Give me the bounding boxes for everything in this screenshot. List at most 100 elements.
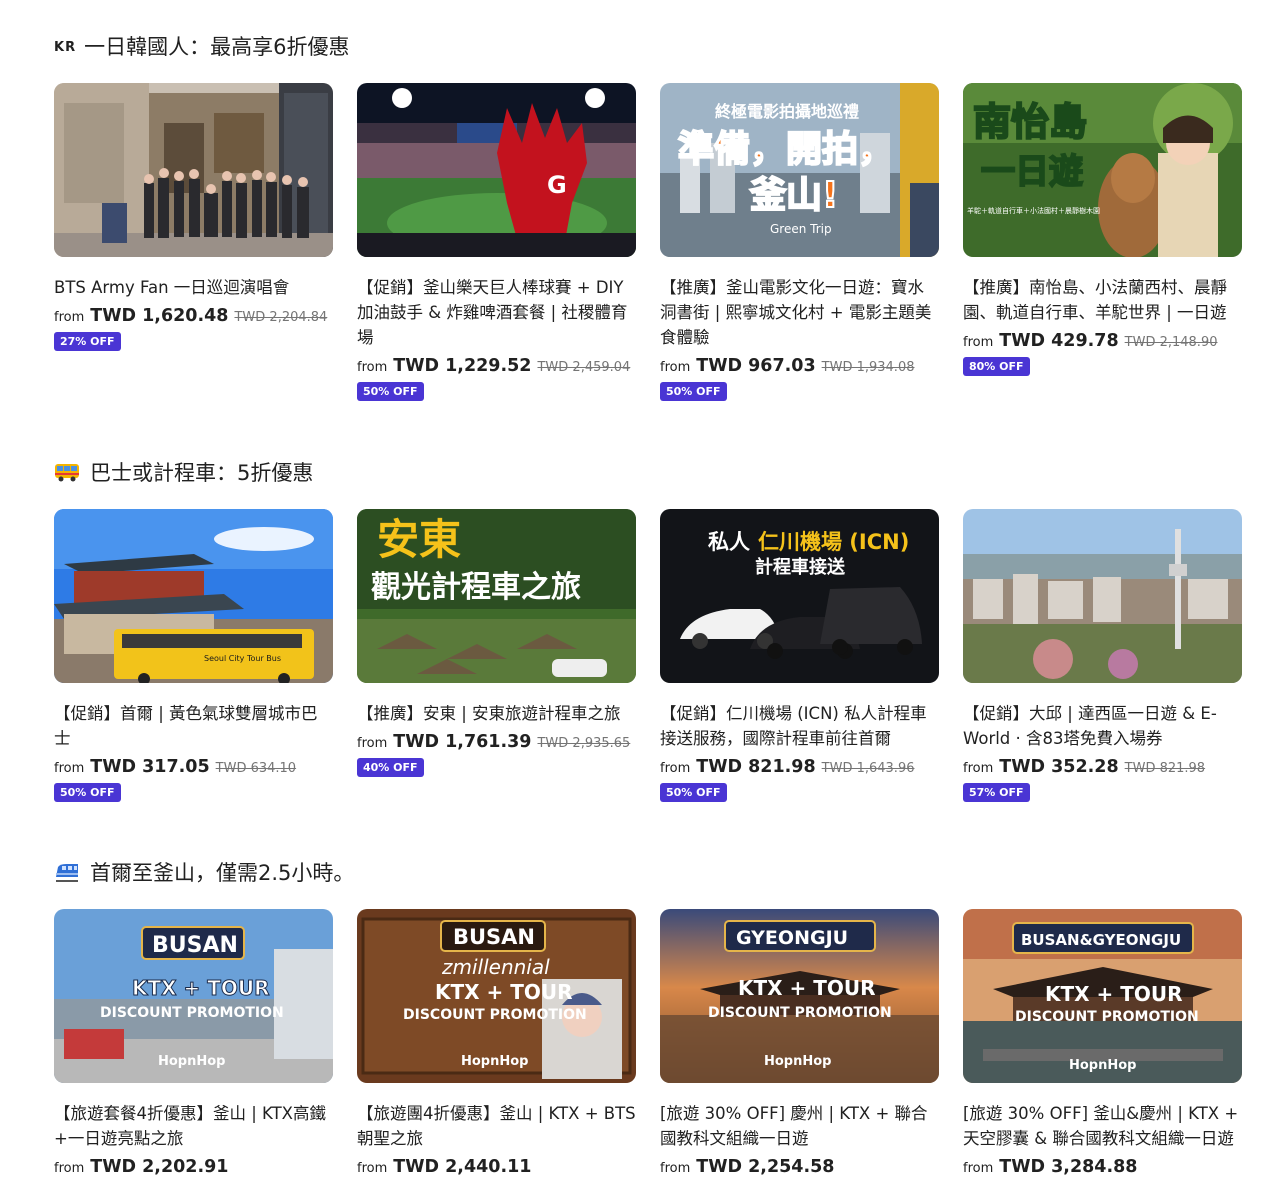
product-title[interactable]: 【促銷】首爾 | 黃色氣球雙層城市巴士	[54, 701, 333, 751]
svg-text:G: G	[547, 171, 567, 199]
overlay-text: 釜山!	[749, 175, 838, 216]
product-title[interactable]: 【旅遊團4折優惠】釜山 | KTX + BTS 朝聖之旅	[357, 1101, 636, 1151]
price: TWD 1,620.48	[90, 306, 229, 326]
product-card[interactable]: 安東 觀光計程車之旅 【推廣】安東 | 安東旅遊計程車之旅 from TWD 1…	[357, 509, 636, 802]
from-label: from	[54, 761, 85, 776]
original-price: TWD 821.98	[1124, 761, 1206, 776]
section-title-text: 一日韓國人：最高享6折優惠	[84, 35, 350, 59]
product-image[interactable]: Seoul City Tour Bus	[54, 509, 333, 683]
product-title[interactable]: 【促銷】大邱 | 達西區一日遊 & E-World · 含83塔免費入場券	[963, 701, 1242, 751]
from-label: from	[660, 1161, 691, 1176]
product-title[interactable]: [旅遊 30% OFF] 慶州 | KTX + 聯合國教科文組織一日遊	[660, 1101, 939, 1151]
page: KR 一日韓國人：最高享6折優惠 BTS Army Fan 一日巡迴演唱會 fr…	[0, 0, 1280, 1193]
product-title[interactable]: [旅遊 30% OFF] 釜山&慶州 | KTX + 天空膠囊 & 聯合國教科文…	[963, 1101, 1242, 1151]
overlay-text: HopnHop	[461, 1054, 529, 1069]
overlay-text: Green Trip	[770, 222, 832, 236]
section-title-text: 首爾至釜山，僅需2.5小時。	[90, 861, 355, 885]
from-label: from	[963, 1161, 994, 1176]
card-row: BTS Army Fan 一日巡迴演唱會 from TWD 1,620.48 T…	[54, 83, 1244, 401]
section-title: 巴士或計程車：5折優惠	[54, 457, 1244, 487]
product-card[interactable]: Seoul City Tour Bus 【促銷】首爾 | 黃色氣球雙層城市巴士 …	[54, 509, 333, 802]
product-image[interactable]	[54, 83, 333, 257]
product-card[interactable]: 私人 仁川機場 (ICN) 計程車接送 【促銷】仁川機場 (ICN) 私人計程車…	[660, 509, 939, 802]
overlay-text: BUSAN	[453, 925, 535, 949]
product-title[interactable]: 【旅遊套餐4折優惠】釜山 | KTX高鐵+一日遊亮點之旅	[54, 1101, 333, 1151]
discount-badge: 50% OFF	[660, 382, 727, 401]
product-title[interactable]: 【促銷】仁川機場 (ICN) 私人計程車接送服務，國際計程車前往首爾	[660, 701, 939, 751]
product-title[interactable]: 【推廣】南怡島、小法蘭西村、晨靜園、軌道自行車、羊駝世界 | 一日遊	[963, 275, 1242, 325]
original-price: TWD 634.10	[215, 761, 297, 776]
overlay-text: BUSAN	[152, 933, 238, 958]
product-image[interactable]: BUSAN zmillennial KTX + TOUR DISCOUNT PR…	[357, 909, 636, 1083]
overlay-text: HopnHop	[1069, 1058, 1137, 1073]
product-card[interactable]: G 【促銷】釜山樂天巨人棒球賽 + DIY 加油鼓手 & 炸雞啤酒套餐 | 社稷…	[357, 83, 636, 401]
overlay-text: 仁川機場 (ICN)	[758, 530, 909, 554]
from-label: from	[963, 761, 994, 776]
product-image[interactable]: GYEONGJU KTX + TOUR DISCOUNT PROMOTION H…	[660, 909, 939, 1083]
discount-badge: 40% OFF	[357, 758, 424, 777]
overlay-text: 安東	[377, 515, 461, 564]
bus-icon	[55, 464, 79, 482]
product-image[interactable]: BUSAN&GYEONGJU KTX + TOUR DISCOUNT PROMO…	[963, 909, 1242, 1083]
section-one-day-korean: KR 一日韓國人：最高享6折優惠 BTS Army Fan 一日巡迴演唱會 fr…	[54, 31, 1244, 401]
original-price: TWD 2,459.04	[537, 360, 631, 375]
overlay-text: DISCOUNT PROMOTION	[1015, 1009, 1199, 1025]
price: TWD 3,284.88	[999, 1157, 1138, 1177]
price: TWD 352.28	[999, 757, 1119, 777]
overlay-text: zmillennial	[441, 955, 550, 979]
product-title[interactable]: 【推廣】安東 | 安東旅遊計程車之旅	[357, 701, 636, 726]
product-image[interactable]: G	[357, 83, 636, 257]
product-title[interactable]: 【促銷】釜山樂天巨人棒球賽 + DIY 加油鼓手 & 炸雞啤酒套餐 | 社稷體育…	[357, 275, 636, 350]
price-row: from TWD 2,254.58	[660, 1157, 939, 1177]
section-title: KR 一日韓國人：最高享6折優惠	[54, 31, 1244, 61]
overlay-text: KTX + TOUR	[1045, 982, 1183, 1006]
product-image[interactable]: BUSAN KTX + TOUR DISCOUNT PROMOTION Hopn…	[54, 909, 333, 1083]
price-row: from TWD 2,440.11	[357, 1157, 636, 1177]
price-row: from TWD 821.98 TWD 1,643.96	[660, 757, 939, 777]
train-icon	[56, 864, 78, 882]
overlay-text: 羊駝＋軌道自行車＋小法國村＋晨靜樹木園	[967, 206, 1100, 215]
overlay-text: KTX + TOUR	[738, 976, 876, 1000]
price-row: from TWD 352.28 TWD 821.98	[963, 757, 1242, 777]
overlay-text: DISCOUNT PROMOTION	[708, 1005, 892, 1021]
original-price: TWD 2,204.84	[234, 310, 328, 325]
price: TWD 1,229.52	[393, 356, 532, 376]
product-card[interactable]: BUSAN KTX + TOUR DISCOUNT PROMOTION Hopn…	[54, 909, 333, 1177]
product-card[interactable]: GYEONGJU KTX + TOUR DISCOUNT PROMOTION H…	[660, 909, 939, 1177]
product-title[interactable]: 【推廣】釜山電影文化一日遊：寶水洞書街 | 熙寧城文化村 + 電影主題美食體驗	[660, 275, 939, 350]
price: TWD 429.78	[999, 331, 1119, 351]
product-image[interactable]: 南怡島 一日遊 羊駝＋軌道自行車＋小法國村＋晨靜樹木園	[963, 83, 1242, 257]
discount-badge: 50% OFF	[54, 783, 121, 802]
from-label: from	[660, 360, 691, 375]
original-price: TWD 2,935.65	[537, 736, 631, 751]
overlay-text: 計程車接送	[755, 556, 846, 578]
product-card[interactable]: BUSAN&GYEONGJU KTX + TOUR DISCOUNT PROMO…	[963, 909, 1242, 1177]
from-label: from	[660, 761, 691, 776]
kr-flag-label: KR	[54, 40, 77, 55]
original-price: TWD 1,643.96	[821, 761, 915, 776]
product-image[interactable]: 私人 仁川機場 (ICN) 計程車接送	[660, 509, 939, 683]
product-card[interactable]: BUSAN zmillennial KTX + TOUR DISCOUNT PR…	[357, 909, 636, 1177]
price-row: from TWD 1,620.48 TWD 2,204.84	[54, 306, 333, 326]
product-card[interactable]: 【促銷】大邱 | 達西區一日遊 & E-World · 含83塔免費入場券 fr…	[963, 509, 1242, 802]
product-image[interactable]: 終極電影拍攝地巡禮 準備，開拍， 釜山! Green Trip	[660, 83, 939, 257]
overlay-text: DISCOUNT PROMOTION	[100, 1005, 284, 1021]
section-title: 首爾至釜山，僅需2.5小時。	[54, 857, 1244, 887]
product-card[interactable]: 南怡島 一日遊 羊駝＋軌道自行車＋小法國村＋晨靜樹木園 【推廣】南怡島、小法蘭西…	[963, 83, 1242, 401]
overlay-text: 準備，開拍，	[678, 129, 894, 170]
overlay-text: KTX + TOUR	[435, 980, 573, 1004]
product-image[interactable]	[963, 509, 1242, 683]
price-row: from TWD 2,202.91	[54, 1157, 333, 1177]
product-title[interactable]: BTS Army Fan 一日巡迴演唱會	[54, 275, 333, 300]
overlay-text: HopnHop	[158, 1054, 226, 1069]
product-image[interactable]: 安東 觀光計程車之旅	[357, 509, 636, 683]
product-card[interactable]: 終極電影拍攝地巡禮 準備，開拍， 釜山! Green Trip 【推廣】釜山電影…	[660, 83, 939, 401]
price-row: from TWD 3,284.88	[963, 1157, 1242, 1177]
discount-badge: 50% OFF	[660, 783, 727, 802]
price: TWD 1,761.39	[393, 732, 532, 752]
overlay-text: BUSAN&GYEONGJU	[1021, 931, 1181, 949]
overlay-text: HopnHop	[764, 1054, 832, 1069]
overlay-text: 終極電影拍攝地巡禮	[715, 102, 859, 121]
product-card[interactable]: BTS Army Fan 一日巡迴演唱會 from TWD 1,620.48 T…	[54, 83, 333, 401]
overlay-text: 南怡島	[973, 100, 1087, 144]
